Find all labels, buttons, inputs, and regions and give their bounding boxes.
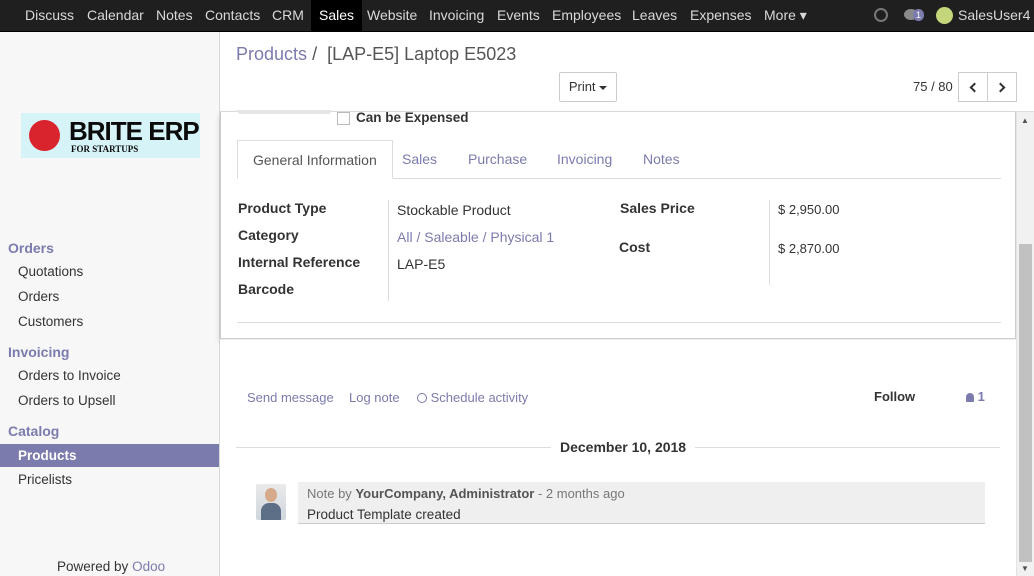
schedule-activity-button[interactable]: Schedule activity [417,390,528,405]
sidebar-item-pricelists[interactable]: Pricelists [0,468,219,491]
sidebar-section-invoicing: Invoicing [8,344,70,360]
message: Note by YourCompany, Administrator - 2 m… [298,482,985,524]
menu-employees[interactable]: Employees [552,0,621,31]
category-link[interactable]: All / Saleable / Physical 1 [397,229,554,245]
author-avatar[interactable] [256,484,286,520]
sidebar-item-customers[interactable]: Customers [0,310,219,333]
message-header: Note by YourCompany, Administrator - 2 m… [307,486,625,501]
menu-expenses[interactable]: Expenses [690,0,751,31]
message-time: - 2 months ago [537,486,625,501]
barcode-label: Barcode [238,281,295,297]
chevron-right-icon [995,82,1006,93]
menu-invoicing[interactable]: Invoicing [429,0,484,31]
breadcrumb-products-link[interactable]: Products [236,44,307,64]
menu-notes[interactable]: Notes [156,0,193,31]
form-divider [237,322,1001,323]
follow-button[interactable]: Follow [874,389,915,404]
menu-events[interactable]: Events [497,0,540,31]
internal-reference-label: Internal Reference [238,254,361,270]
followers-count: 1 [977,389,985,404]
message-author[interactable]: YourCompany, Administrator [355,486,534,501]
image-field-edge [237,110,332,114]
logo-title: BRITE ERP [69,116,200,146]
schedule-activity-label: Schedule activity [430,390,529,405]
menu-more-label: More [764,7,796,23]
breadcrumb-separator: / [312,44,318,64]
log-note-button[interactable]: Log note [349,390,400,405]
chat-count-badge: 1 [913,9,925,21]
company-logo: BRITE ERP FOR STARTUPS [21,113,200,158]
menu-sales[interactable]: Sales [311,0,363,31]
scrollbar[interactable]: ▲ ▼ [1016,112,1034,576]
sidebar-section-orders: Orders [8,240,54,256]
odoo-link[interactable]: Odoo [132,559,165,574]
sidebar: BRITE ERP FOR STARTUPS Orders Quotations… [0,32,220,576]
menu-website[interactable]: Website [367,0,417,31]
product-type-label: Product Type [238,200,327,216]
tab-general-information[interactable]: General Information [237,140,393,179]
field-separator [388,200,389,301]
tab-sales[interactable]: Sales [402,140,437,179]
tab-notes[interactable]: Notes [643,140,680,179]
page-title: [LAP-E5] Laptop E5023 [327,44,517,64]
pager-previous-button[interactable] [958,72,988,102]
breadcrumb: Products / [LAP-E5] Laptop E5023 [236,44,516,65]
sidebar-item-orders[interactable]: Orders [0,285,219,308]
control-panel: Products / [LAP-E5] Laptop E5023 Print 7… [220,32,1034,112]
sales-price-label: Sales Price [620,200,695,216]
sidebar-item-quotations[interactable]: Quotations [0,260,219,283]
cost-label: Cost [619,239,651,255]
scrollbar-thumb[interactable] [1019,244,1032,562]
logo-mark-icon [29,120,60,151]
menu-discuss[interactable]: Discuss [25,0,74,31]
form-sheet: Can be Expensed General Information Sale… [220,110,1016,339]
scroll-down-icon[interactable]: ▼ [1021,564,1029,573]
powered-prefix: Powered by [57,559,129,574]
powered-by: Powered by Odoo [57,559,165,574]
tab-purchase[interactable]: Purchase [468,140,527,179]
sidebar-section-catalog: Catalog [8,423,60,439]
scroll-up-icon[interactable]: ▲ [1021,116,1029,125]
sidebar-item-products[interactable]: Products [0,444,219,467]
menu-more[interactable]: More ▾ [764,0,807,31]
pager-next-button[interactable] [987,72,1017,102]
sidebar-item-orders-to-upsell[interactable]: Orders to Upsell [0,389,219,412]
user-avatar[interactable] [936,7,953,24]
pager-value[interactable]: 75 / 80 [913,79,953,94]
send-message-button[interactable]: Send message [247,390,334,405]
user-name[interactable]: SalesUser4 [958,0,1030,31]
field-separator [769,200,770,285]
message-body: Product Template created [307,507,461,522]
print-button[interactable]: Print [559,72,617,102]
caret-down-icon: ▾ [799,7,807,23]
menu-crm[interactable]: CRM [272,0,304,31]
print-label: Print [568,79,596,94]
product-type-value: Stockable Product [397,202,511,218]
message-prefix: Note by [307,486,352,501]
sales-price-value: $ 2,950.00 [778,202,840,217]
sidebar-item-orders-to-invoice[interactable]: Orders to Invoice [0,364,219,387]
menu-calendar[interactable]: Calendar [87,0,144,31]
message-date: December 10, 2018 [551,439,696,455]
top-menu-bar: Discuss Calendar Notes Contacts CRM Sale… [0,0,1034,32]
category-label: Category [238,227,299,243]
chatter: Send message Log note Schedule activity … [220,339,1016,576]
caret-down-icon [599,85,608,90]
menu-leaves[interactable]: Leaves [632,0,677,31]
internal-reference-value: LAP-E5 [397,256,446,272]
can-be-expensed-checkbox[interactable] [337,112,350,125]
menu-contacts[interactable]: Contacts [205,0,260,31]
clock-icon [417,393,427,403]
cost-value: $ 2,870.00 [778,241,840,256]
user-icon [966,393,974,402]
notebook-tabs: General Information Sales Purchase Invoi… [237,140,1001,179]
logo-subtitle: FOR STARTUPS [71,144,139,154]
chevron-left-icon [969,82,980,93]
followers-button[interactable]: 1 [966,389,985,404]
tab-invoicing[interactable]: Invoicing [557,140,612,179]
clock-icon[interactable] [874,8,888,22]
can-be-expensed-label: Can be Expensed [356,110,469,125]
